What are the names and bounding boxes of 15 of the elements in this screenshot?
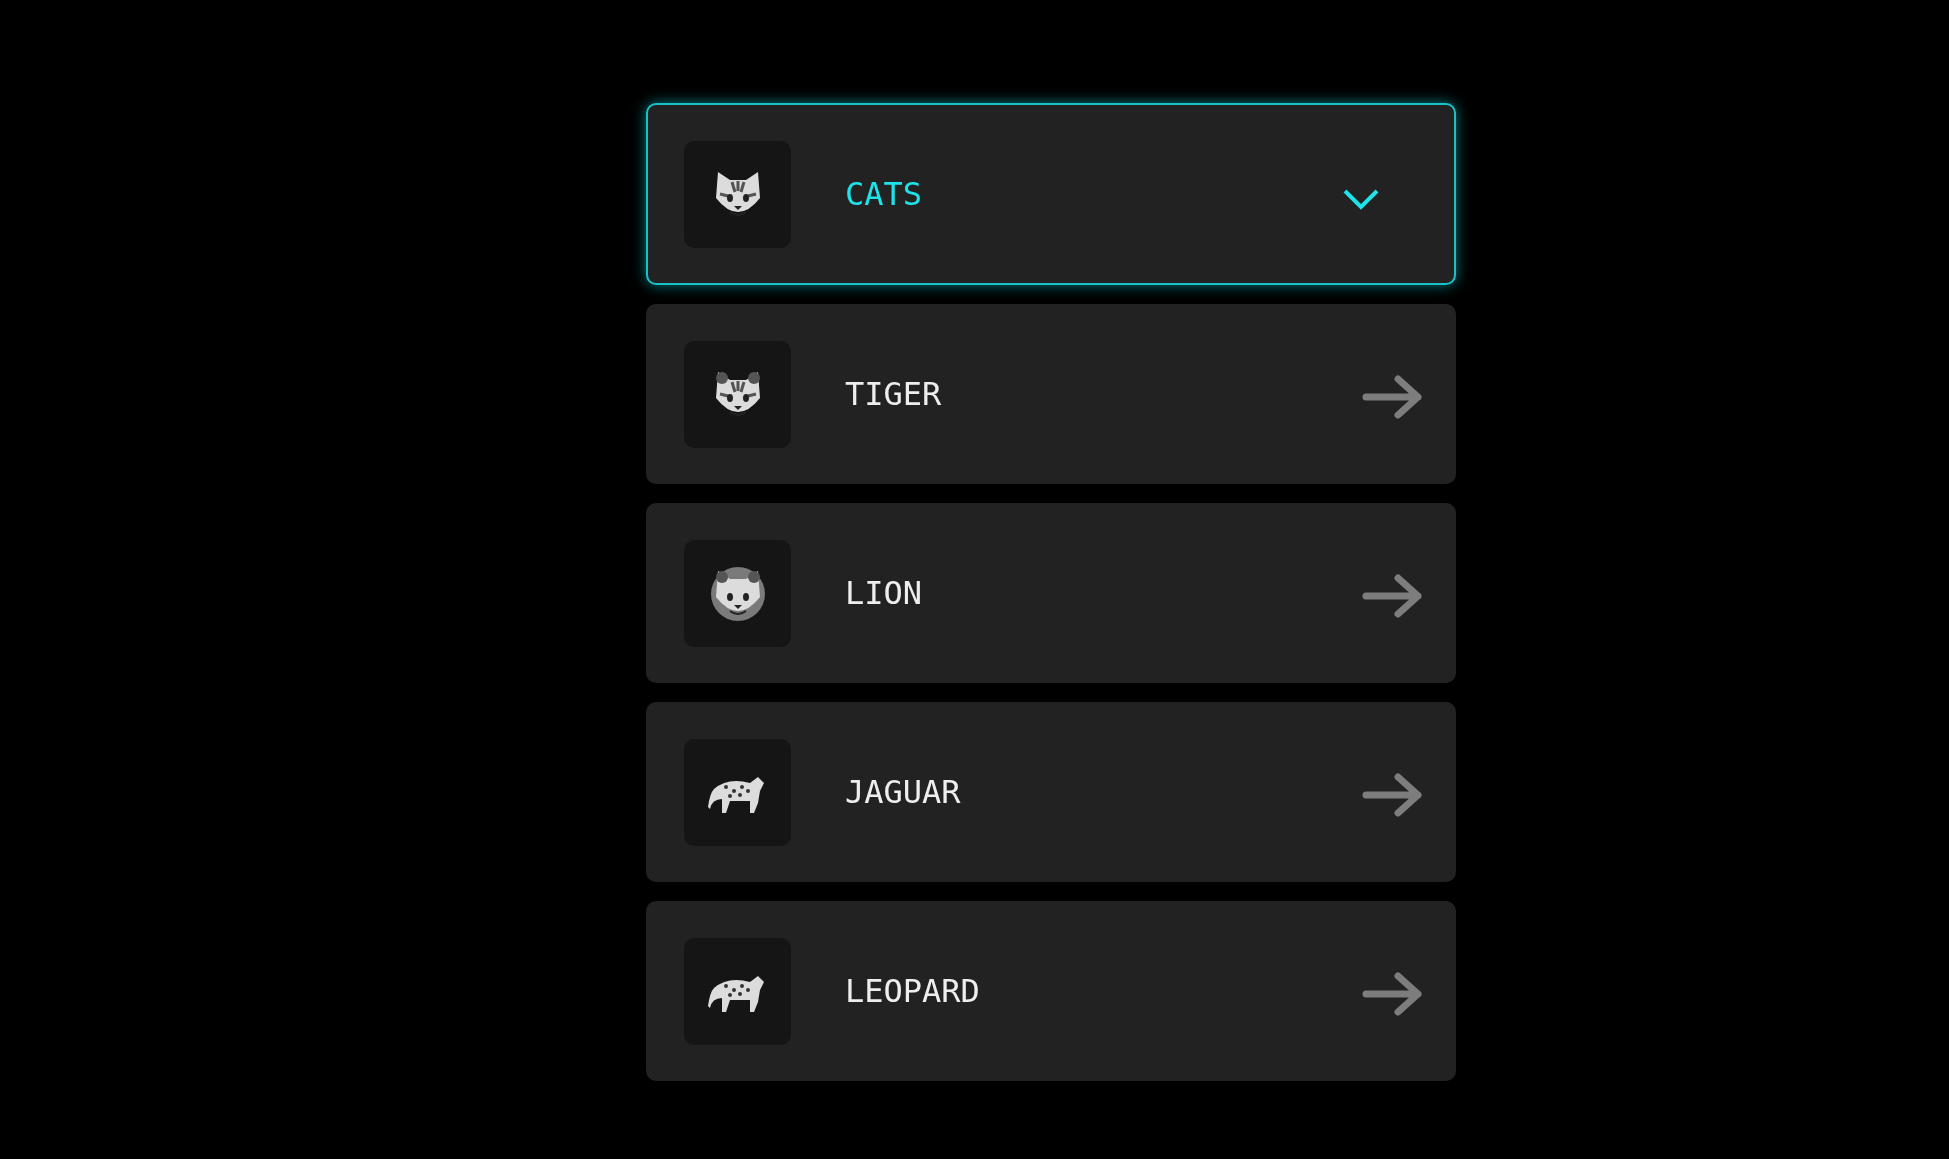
arrow-right-icon <box>1362 375 1424 419</box>
item-label: TIGER <box>845 374 942 415</box>
list-item[interactable]: LION <box>646 503 1456 683</box>
list-item[interactable]: TIGER <box>646 304 1456 484</box>
list-item[interactable]: JAGUAR <box>646 702 1456 882</box>
arrow-right-icon <box>1362 574 1424 618</box>
item-label: JAGUAR <box>845 772 961 813</box>
arrow-right-icon <box>1362 773 1424 817</box>
accordion-header[interactable]: CATS <box>646 103 1456 285</box>
arrow-right-icon <box>1362 972 1424 1016</box>
category-title: CATS <box>845 174 923 215</box>
chevron-down-icon <box>1342 188 1380 210</box>
item-label: LION <box>845 573 923 614</box>
item-label: LEOPARD <box>845 971 980 1012</box>
list-item[interactable]: LEOPARD <box>646 901 1456 1081</box>
